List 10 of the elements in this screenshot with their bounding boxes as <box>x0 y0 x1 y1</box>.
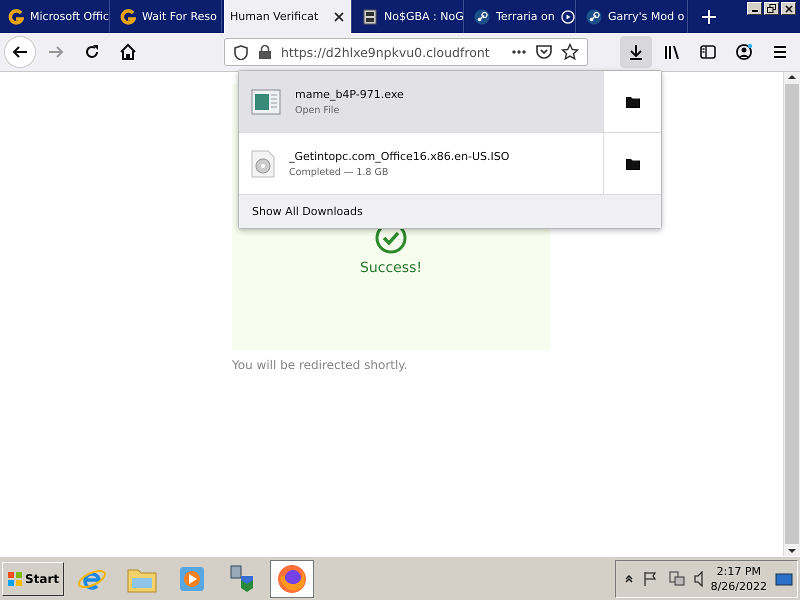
success-message: Success! <box>360 260 422 276</box>
redirect-note: You will be redirected shortly. <box>232 358 408 372</box>
clock-time: 2:17 PM <box>716 564 761 578</box>
download-item[interactable]: mame_b4P-971.exe Open File <box>239 71 603 132</box>
url-text: https://d2hlxe9npkvu0.cloudfront <box>281 44 491 60</box>
clock-date: 8/26/2022 <box>710 578 767 594</box>
start-button[interactable]: Start <box>2 562 64 596</box>
address-bar[interactable]: https://d2hlxe9npkvu0.cloudfront <box>224 38 588 66</box>
show-all-downloads-link[interactable]: Show All Downloads <box>252 205 363 218</box>
browser-tab[interactable]: Human Verificat <box>224 0 352 33</box>
